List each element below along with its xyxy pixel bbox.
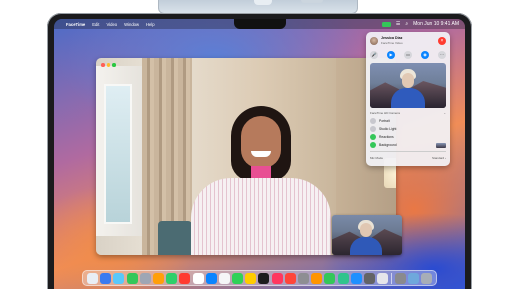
menu-help[interactable]: Help — [146, 22, 155, 27]
dock-app-icon[interactable] — [407, 272, 419, 284]
iphone-continuity-camera — [158, 0, 358, 14]
dock-app-icon[interactable] — [87, 272, 98, 284]
effects-section-title: FaceTime HD Camera — [370, 111, 400, 115]
dock-app-icon[interactable] — [377, 272, 389, 284]
dock-app-icon[interactable] — [394, 272, 406, 284]
dock-app-icon[interactable] — [298, 272, 309, 284]
more-icon[interactable]: ⋯ — [438, 51, 446, 59]
facetime-status-icon[interactable] — [381, 21, 391, 27]
camera-notch — [234, 19, 286, 29]
chevron-down-icon[interactable]: ⌄ — [443, 111, 446, 117]
avatar — [370, 37, 378, 45]
background-toggle-icon — [370, 142, 376, 148]
effect-background[interactable]: Background — [370, 141, 446, 149]
window-controls — [101, 63, 116, 67]
effect-portrait[interactable]: Portrait — [370, 117, 446, 125]
self-view-pip[interactable] — [332, 215, 402, 255]
menu-edit[interactable]: Edit — [92, 22, 99, 27]
video-effects-section: FaceTime HD Camera ⌄ Portrait Studio Lig… — [370, 111, 446, 149]
camera-icon[interactable]: ▶ — [387, 51, 395, 59]
effect-label: Studio Light — [379, 127, 397, 131]
dock-app-icon[interactable] — [179, 272, 191, 284]
facetime-control-panel: Jessica Diaz FaceTime Video × 🎤 ▶ ▭ ◉ ⋯ … — [366, 32, 450, 166]
dock-app-icon[interactable] — [192, 272, 204, 284]
mic-icon[interactable]: 🎤 — [370, 51, 378, 59]
dock-app-icon[interactable] — [311, 272, 323, 284]
dock — [82, 270, 437, 286]
participant-face — [241, 116, 281, 168]
menu-window[interactable]: Window — [124, 22, 139, 27]
product-photo: FaceTime Edit Video Window Help ☰ ⌕ Mon … — [0, 0, 516, 289]
portrait-toggle-icon — [370, 118, 376, 124]
effect-label: Reactions — [379, 135, 394, 139]
studio-light-toggle-icon — [370, 126, 376, 132]
pip-face — [360, 223, 372, 237]
dock-app-icon[interactable] — [218, 272, 230, 284]
dock-app-icon[interactable] — [421, 272, 432, 284]
effect-label: Portrait — [379, 119, 390, 123]
dock-app-icon[interactable] — [100, 272, 112, 284]
remote-participant-video — [191, 106, 331, 255]
dock-app-icon[interactable] — [350, 272, 362, 284]
effect-label: Background — [379, 143, 397, 147]
dock-app-icon[interactable] — [324, 272, 336, 284]
screen-share-icon[interactable]: ▭ — [404, 51, 412, 59]
dock-app-icon[interactable] — [113, 272, 125, 284]
close-window-icon[interactable] — [101, 63, 105, 67]
end-call-button[interactable]: × — [438, 37, 446, 45]
dock-app-icon[interactable] — [337, 272, 349, 284]
menu-app-name[interactable]: FaceTime — [66, 22, 85, 27]
mic-mode-value: Standard › — [431, 156, 446, 160]
dock-app-icon[interactable] — [139, 272, 151, 284]
dock-app-icon[interactable] — [232, 272, 244, 284]
audio-icon[interactable]: ◉ — [421, 51, 429, 59]
phone-lens-icon — [301, 0, 323, 3]
participant-smile — [251, 151, 271, 157]
dock-app-icon[interactable] — [271, 272, 283, 284]
dock-app-icon[interactable] — [284, 272, 296, 284]
control-center-icon[interactable]: ☰ — [396, 21, 400, 27]
caller-name: Jessica Diaz — [381, 36, 403, 40]
chair — [158, 221, 192, 255]
caller-subtitle: FaceTime Video — [381, 41, 403, 45]
camera-preview — [370, 63, 446, 108]
room-window — [96, 66, 144, 236]
dock-app-icon[interactable] — [166, 272, 178, 284]
window-pane — [104, 84, 132, 224]
background-thumbnail[interactable] — [436, 142, 446, 148]
preview-body — [391, 88, 425, 108]
dock-app-icon[interactable] — [126, 272, 138, 284]
caller-header: Jessica Diaz FaceTime Video × — [370, 36, 446, 48]
dock-app-icon[interactable] — [258, 272, 270, 284]
mic-mode-row[interactable]: Mic Mode Standard › — [370, 156, 446, 162]
dock-app-icon[interactable] — [363, 272, 375, 284]
minimize-window-icon[interactable] — [106, 63, 110, 67]
clock[interactable]: Mon Jun 10 9:41 AM — [413, 21, 459, 27]
call-controls: 🎤 ▶ ▭ ◉ ⋯ — [370, 50, 446, 60]
dock-app-icon[interactable] — [152, 272, 164, 284]
effect-studio-light[interactable]: Studio Light — [370, 125, 446, 133]
dock-app-icon[interactable] — [245, 272, 257, 284]
mic-mode-label: Mic Mode — [370, 156, 384, 160]
menu-video[interactable]: Video — [106, 22, 117, 27]
pip-body — [350, 237, 382, 255]
menu-extras: ☰ ⌕ Mon Jun 10 9:41 AM — [381, 19, 459, 29]
search-icon[interactable]: ⌕ — [405, 21, 408, 27]
divider — [370, 151, 446, 152]
reactions-toggle-icon — [370, 134, 376, 140]
phone-camera-icon — [254, 0, 272, 5]
effect-reactions[interactable]: Reactions — [370, 133, 446, 141]
desktop-screen: FaceTime Edit Video Window Help ☰ ⌕ Mon … — [54, 19, 465, 289]
participant-shirt — [191, 178, 331, 255]
zoom-window-icon[interactable] — [112, 63, 116, 67]
dock-app-icon[interactable] — [205, 272, 217, 284]
preview-face — [402, 73, 414, 88]
